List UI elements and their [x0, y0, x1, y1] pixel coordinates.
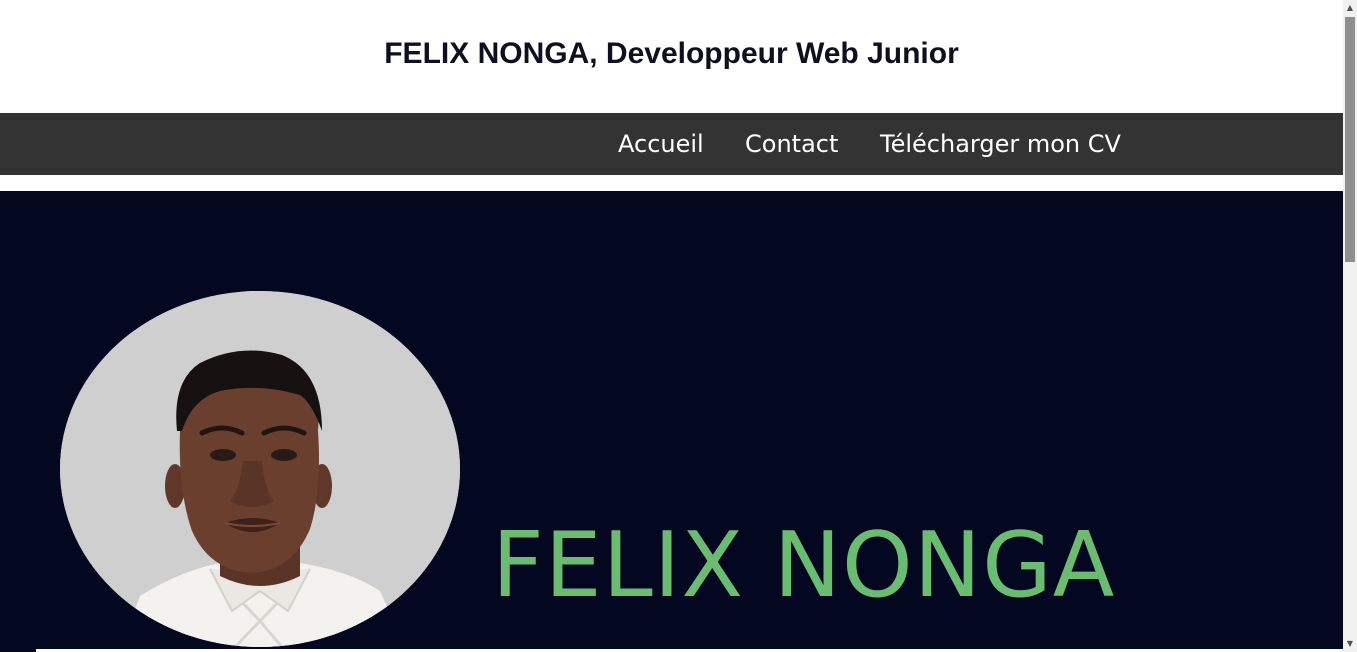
- hero-section: FELIX NONGA: [0, 191, 1343, 652]
- section-divider: [0, 175, 1343, 191]
- page-title: FELIX NONGA, Developpeur Web Junior: [384, 37, 959, 70]
- profile-photo: [60, 291, 460, 647]
- profile-photo-illustration: [60, 291, 460, 647]
- nav-link-accueil[interactable]: Accueil: [618, 128, 704, 160]
- scroll-down-arrow-icon[interactable]: ▼: [1343, 637, 1357, 651]
- nav-link-download-cv[interactable]: Télécharger mon CV: [880, 128, 1121, 160]
- scroll-up-arrow-icon[interactable]: ▲: [1343, 1, 1357, 15]
- nav-link-contact[interactable]: Contact: [745, 128, 838, 160]
- main-navigation: Accueil Contact Télécharger mon CV: [0, 113, 1343, 175]
- page-scrollbar[interactable]: ▲ ▼: [1343, 0, 1357, 652]
- site-header: FELIX NONGA, Developpeur Web Junior: [0, 0, 1343, 113]
- hero-name: FELIX NONGA: [492, 513, 1116, 618]
- scrollbar-thumb[interactable]: [1345, 17, 1355, 262]
